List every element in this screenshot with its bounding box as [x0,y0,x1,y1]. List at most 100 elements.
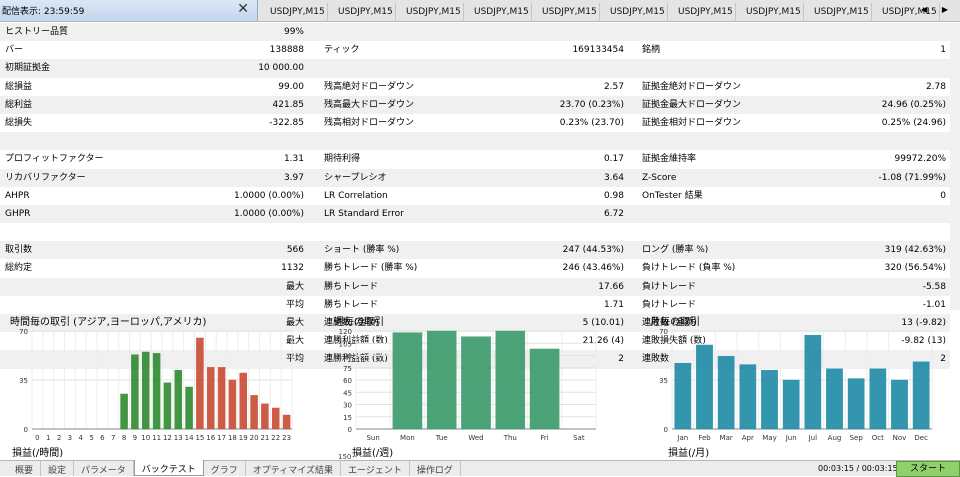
x-tick-label: Tue [435,434,448,442]
y-tick-label: 0 [24,426,28,434]
bar [912,361,930,430]
stat-value: 3.97 [283,172,304,183]
bar [761,369,778,430]
bottom-tab-2[interactable]: パラメータ [74,461,134,476]
chart-tabs: USDJPY,M15 USDJPY,M15 USDJPY,M15 USDJPY,M15… [260,3,940,22]
stat-label: AHPR [5,190,30,201]
bar [674,362,692,430]
chart-tab-4[interactable]: USDJPY,M15 [532,3,600,22]
chart-bottom-label: 損益(/週) [352,448,394,459]
x-tick-label: 10 [141,434,150,442]
vertical-scrollbar[interactable] [950,23,960,310]
stat-value: 2.57 [603,81,624,92]
bottom-tab-6[interactable]: エージェント [341,461,410,476]
bottom-tab-5[interactable]: オプティマイズ結果 [246,461,341,476]
stat-label [312,223,500,241]
stat-label [312,59,500,77]
stat-label: 総利益 [5,99,33,110]
stat-value: 246 (43.46%) [562,263,624,274]
chart-tab-7[interactable]: USDJPY,M15 [736,3,804,22]
x-tick-label: 16 [206,434,215,442]
stat-value: 138888 [269,45,304,56]
bar [529,348,560,430]
x-tick-label: Sun [366,434,379,442]
y-tick-label: 45 [343,389,352,397]
chart-tab-6[interactable]: USDJPY,M15 [668,3,736,22]
x-tick-label: Sat [573,434,585,442]
stats-row: 初期証拠金 10 000.00 [0,59,950,78]
stat-label: シャープレシオ [324,172,387,183]
chart-tab-8[interactable]: USDJPY,M15 [804,3,872,22]
chart-tab-2[interactable]: USDJPY,M15 [396,3,464,22]
stat-label [630,223,818,241]
stat-value [818,132,950,150]
stat-label [630,205,818,223]
bottom-tab-3[interactable]: バックテスト [133,460,204,476]
bar [271,407,280,430]
x-tick-label: 21 [260,434,269,442]
stat-label [0,278,130,296]
stat-value [500,132,630,150]
bar [461,336,491,430]
stats-row: プロフィットファクター 1.31 期待利得 0.17 証拠金維持率 99972.20% [0,150,950,168]
x-tick-label: Jul [808,434,818,442]
bottom-tab-1[interactable]: 設定 [41,461,75,476]
x-tick-label: Nov [893,434,907,442]
bar [196,337,204,430]
bar [804,334,822,430]
stat-value [818,223,950,241]
chart-tab-5[interactable]: USDJPY,M15 [600,3,668,22]
stat-value: 0 [940,190,946,201]
x-tick-label: Dec [914,434,928,442]
chart-title: 週毎の取引 [334,317,384,328]
weekly-trades-chart: 週毎の取引 0 15 30 45 60 75 90 105 120 Sun Mon Tue Wed Thu… [334,313,602,461]
y-tick-label: 30 [343,402,352,410]
bar [174,369,183,430]
y-tick-label: 60 [343,377,352,385]
stat-value: 421.85 [272,99,305,110]
chart-tab-1[interactable]: USDJPY,M15 [328,3,396,22]
stat-label: LR Standard Error [324,208,404,219]
x-tick-label: Mon [400,434,415,442]
stat-value: 0.17 [603,154,624,165]
stats-row: 取引数 566 ショート (勝率 %) 247 (44.53%) ロング (勝率 %) 3… [0,241,950,260]
close-icon[interactable]: ✕ [237,1,249,17]
stat-label: 残高最大ドローダウン [324,99,415,110]
stat-value: 1.31 [283,154,304,165]
stat-label: 負けトレード [642,299,697,310]
x-tick-label: 19 [239,434,248,442]
start-button[interactable]: スタート [896,461,960,477]
chart-tab-3[interactable]: USDJPY,M15 [464,3,532,22]
bottom-tab-7[interactable]: 操作ログ [410,461,461,476]
x-tick-label: 20 [250,434,259,442]
bottom-tabs: 概要 設定 パラメータ バックテスト グラフ オプティマイズ結果 エージェント 操作ログ [8,460,461,476]
stat-value: 2.78 [925,81,946,92]
bar [282,414,291,430]
stat-label [0,132,130,150]
panel-title: 配信表示: 23:59:59 [2,7,85,17]
stat-label: 初期証拠金 [5,63,51,74]
bottom-tab-4[interactable]: グラフ [204,461,246,476]
x-tick-label: Mar [720,434,733,442]
stat-value: 10 000.00 [258,63,304,74]
monthly-trades-chart: 月毎の取引 0 35 70 Jan Feb Mar Apr May Jun Jul Aug Sep Oc… [650,313,942,460]
weekly-chart-svg: 0 15 30 45 60 75 90 105 120 Sun Mon Tue Wed Thu Fri Sat [339,328,597,442]
stat-label: ロング (勝率 %) [642,245,709,256]
x-tick-label: 1 [46,434,50,442]
chart-title: 月毎の取引 [650,317,700,328]
stat-value: 320 (56.54%) [884,263,946,274]
stat-label [312,132,500,150]
bottom-tab-0[interactable]: 概要 [8,461,42,476]
stat-label: 勝ちトレード (勝率 %) [324,263,418,274]
x-tick-label: 3 [68,434,72,442]
chart-tab-0[interactable]: USDJPY,M15 [260,3,328,22]
stat-label: 期待利得 [324,154,361,165]
bar [847,378,865,430]
stats-row: 総利益 421.85 残高最大ドローダウン 23.70 (0.23%) 証拠金最大ドロー… [0,95,950,114]
tab-scroll-arrows-icon[interactable]: ◀ ▶ [921,5,954,14]
stat-label: 証拠金維持率 [642,154,697,165]
bar [185,386,193,430]
stat-value: 1 [940,45,946,56]
hourly-trades-chart: 時間毎の取引 (アジア,ヨーロッパ,アメリカ) 0 35 70 0 1 2 3 4 5 6 7 8 9 1… [10,313,302,460]
x-tick-label: 13 [174,434,183,442]
